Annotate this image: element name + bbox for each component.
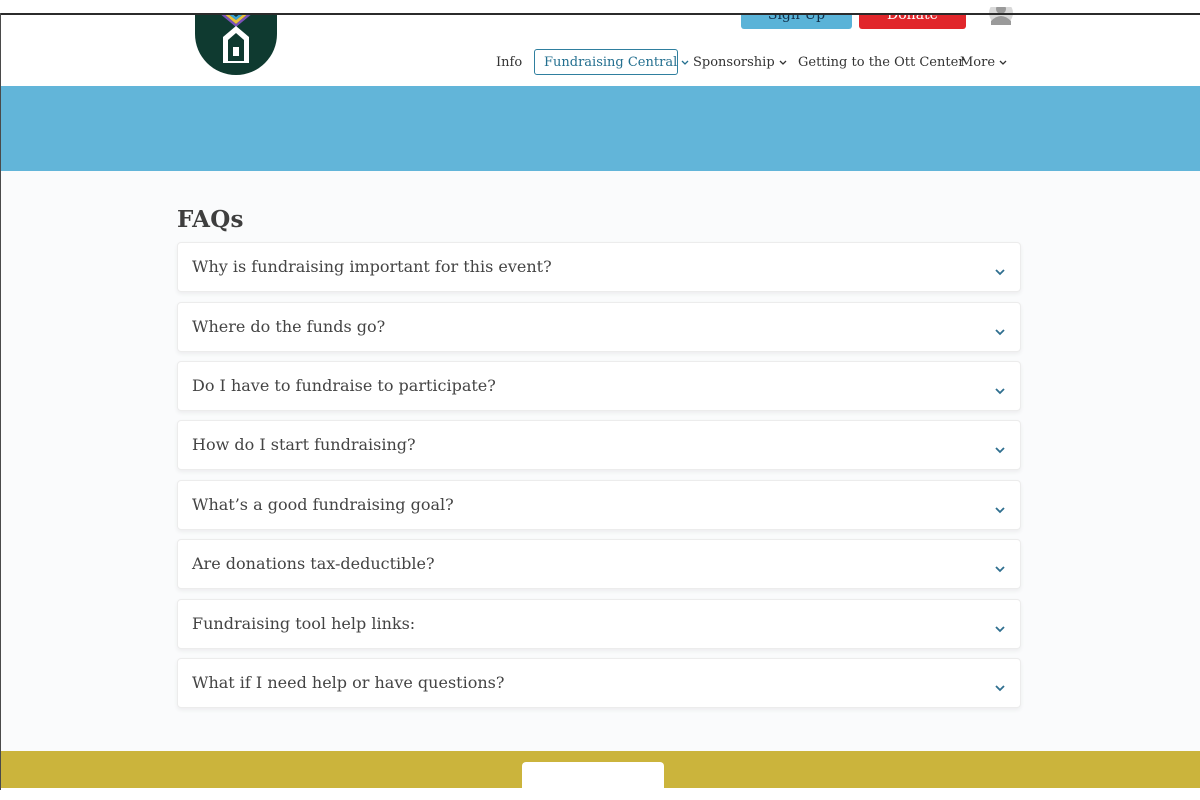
faq-item[interactable]: What if I need help or have questions? <box>177 658 1021 708</box>
page: Sign Up Donate Info Fundraising Central … <box>0 0 1200 800</box>
faq-question: How do I start fundraising? <box>192 435 416 454</box>
nav-item-getting-to-ott-center[interactable]: Getting to the Ott Center <box>798 49 965 75</box>
donate-button[interactable]: Donate <box>859 13 966 29</box>
house-logo-icon[interactable] <box>195 13 277 75</box>
faq-question: Do I have to fundraise to participate? <box>192 376 496 395</box>
chevron-down-icon <box>994 678 1006 692</box>
faq-question: Why is fundraising important for this ev… <box>192 257 552 276</box>
chevron-down-icon <box>994 559 1006 573</box>
faq-item[interactable]: How do I start fundraising? <box>177 420 1021 470</box>
faq-item[interactable]: Are donations tax-deductible? <box>177 539 1021 589</box>
faq-item[interactable]: Fundraising tool help links: <box>177 599 1021 649</box>
nav-item-label: Sponsorship <box>693 54 775 70</box>
nav-item-label: Info <box>496 54 523 70</box>
page-bottom-edge <box>0 788 1200 800</box>
chevron-down-icon <box>994 262 1006 276</box>
nav-item-fundraising-central[interactable]: Fundraising Central <box>534 49 689 75</box>
chevron-down-icon <box>999 55 1007 70</box>
window-top-border <box>0 13 1200 15</box>
faq-item[interactable]: Why is fundraising important for this ev… <box>177 242 1021 292</box>
signup-button[interactable]: Sign Up <box>741 13 852 29</box>
chevron-down-icon <box>994 619 1006 633</box>
chevron-down-icon <box>994 322 1006 336</box>
faq-question: Fundraising tool help links: <box>192 614 416 633</box>
chevron-down-icon <box>994 500 1006 514</box>
chevron-down-icon <box>994 440 1006 454</box>
user-avatar-icon[interactable] <box>988 7 1014 27</box>
nav-item-more[interactable]: More <box>960 49 1007 75</box>
footer-tab[interactable] <box>522 762 664 788</box>
chevron-down-icon <box>681 55 689 70</box>
faq-item[interactable]: Do I have to fundraise to participate? <box>177 361 1021 411</box>
chevron-down-icon <box>779 55 787 70</box>
faq-question: Are donations tax-deductible? <box>192 554 435 573</box>
faq-question: Where do the funds go? <box>192 317 386 336</box>
nav-item-label: Getting to the Ott Center <box>798 54 965 70</box>
faq-heading: FAQs <box>177 206 244 233</box>
nav-item-label: More <box>960 54 996 70</box>
nav-item-info[interactable]: Info <box>496 49 522 75</box>
faq-question: What if I need help or have questions? <box>192 673 505 692</box>
hero-band <box>1 86 1200 171</box>
nav-item-sponsorship[interactable]: Sponsorship <box>693 49 787 75</box>
window-left-border <box>0 13 1 790</box>
faq-question: What’s a good fundraising goal? <box>192 495 454 514</box>
faq-item[interactable]: Where do the funds go? <box>177 302 1021 352</box>
nav-item-label: Fundraising Central <box>544 54 678 70</box>
site-header: Sign Up Donate Info Fundraising Central … <box>1 7 1200 87</box>
chevron-down-icon <box>994 381 1006 395</box>
faq-item[interactable]: What’s a good fundraising goal? <box>177 480 1021 530</box>
